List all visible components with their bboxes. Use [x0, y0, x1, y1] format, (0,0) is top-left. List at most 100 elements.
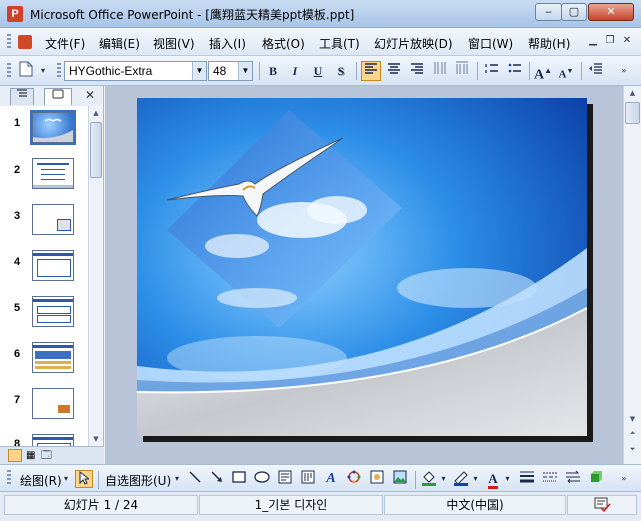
- slide-thumbnail-5[interactable]: [32, 296, 74, 327]
- menu-edit[interactable]: 编辑(E): [99, 35, 140, 52]
- slide-thumbnail-4[interactable]: [32, 250, 74, 281]
- line-color-icon[interactable]: [452, 470, 470, 488]
- slide-sorter-view-icon[interactable]: ▦: [26, 450, 35, 462]
- minimize-button[interactable]: ‒: [535, 3, 562, 21]
- menu-format[interactable]: 格式(O): [262, 35, 305, 52]
- scroll-thumb[interactable]: [90, 122, 102, 178]
- slide-thumbnail-2[interactable]: [32, 158, 74, 189]
- current-slide[interactable]: [137, 98, 587, 436]
- toolbar-grip[interactable]: [7, 63, 11, 79]
- pointer-icon[interactable]: [75, 470, 93, 488]
- tab-outline[interactable]: [10, 88, 34, 105]
- wordart-icon[interactable]: A: [322, 470, 340, 488]
- center-button[interactable]: [384, 61, 404, 81]
- clipart-icon[interactable]: [368, 470, 386, 488]
- menu-tools[interactable]: 工具(T): [319, 35, 360, 52]
- oval-icon[interactable]: [253, 470, 271, 488]
- previous-slide-icon[interactable]: ⏶: [624, 426, 641, 440]
- textbox-icon[interactable]: [276, 470, 294, 488]
- menu-file[interactable]: 文件(F): [45, 35, 85, 52]
- arrow-icon[interactable]: [208, 470, 226, 488]
- doc-restore-icon[interactable]: ❐: [603, 34, 617, 48]
- vertical-textbox-icon[interactable]: [299, 470, 317, 488]
- normal-view-icon[interactable]: [8, 449, 22, 462]
- pane-close-icon[interactable]: ✕: [83, 88, 97, 102]
- line-icon[interactable]: [186, 470, 204, 488]
- menu-help[interactable]: 帮助(H): [528, 35, 570, 52]
- font-toolbar-grip[interactable]: [57, 63, 61, 79]
- align-right-button[interactable]: [407, 61, 427, 81]
- menubar-grip[interactable]: [7, 34, 11, 50]
- next-slide-icon[interactable]: ⏷: [624, 442, 641, 456]
- bullets-button[interactable]: [505, 61, 525, 81]
- grow-font-button[interactable]: A▲: [533, 61, 553, 83]
- spell-check-status[interactable]: [567, 495, 637, 515]
- slide-thumbnail-3[interactable]: [32, 204, 74, 235]
- toolbar-separator: [529, 62, 530, 80]
- thumb-number: 5: [14, 302, 21, 314]
- doc-close-icon[interactable]: ✕: [620, 34, 634, 48]
- font-name-combo[interactable]: HYGothic-Extra ▼: [64, 61, 207, 81]
- autoshapes-menu[interactable]: 自选图形(U): [105, 472, 171, 489]
- decrease-indent-button[interactable]: [586, 61, 606, 81]
- underline-button[interactable]: U: [308, 61, 328, 81]
- diagram-icon[interactable]: [345, 470, 363, 488]
- menu-view[interactable]: 视图(V): [153, 35, 195, 52]
- slide-show-view-icon[interactable]: 🗔: [41, 450, 52, 462]
- picture-icon[interactable]: [391, 470, 409, 488]
- design-template-status[interactable]: 1_기본 디자인: [199, 495, 383, 515]
- menu-window[interactable]: 窗口(W): [468, 35, 513, 52]
- toolbar-options-chevron-icon[interactable]: ▾: [37, 61, 49, 81]
- 3d-style-icon[interactable]: [587, 470, 605, 488]
- slides-icon: [52, 89, 64, 99]
- slide-thumbnail-8[interactable]: [32, 434, 74, 446]
- fill-color-dropdown-icon[interactable]: ▾: [439, 470, 448, 488]
- bold-button[interactable]: B: [263, 61, 283, 81]
- numbering-button[interactable]: [482, 61, 502, 81]
- drawbar-grip[interactable]: [7, 470, 11, 486]
- slide-thumbnail-1[interactable]: [30, 110, 76, 145]
- tab-slides[interactable]: [44, 88, 72, 105]
- fill-color-icon[interactable]: [420, 470, 438, 488]
- shrink-font-button[interactable]: A▼: [556, 61, 576, 81]
- scroll-up-icon[interactable]: ▲: [624, 86, 641, 100]
- menu-insert[interactable]: 插入(I): [209, 35, 246, 52]
- draw-menu[interactable]: 绘图(R): [20, 472, 62, 489]
- maximize-button[interactable]: ▢: [561, 3, 587, 21]
- menu-slide-show[interactable]: 幻灯片放映(D): [374, 35, 453, 52]
- line-color-dropdown-icon[interactable]: ▾: [471, 470, 480, 488]
- drawbar-overflow-chevron-icon[interactable]: »: [617, 470, 631, 488]
- powerpoint-app-icon[interactable]: P: [7, 6, 23, 22]
- doc-minimize-icon[interactable]: ▁: [586, 34, 600, 48]
- slide-thumbnail-6[interactable]: [32, 342, 74, 373]
- font-size-dropdown-icon[interactable]: ▼: [238, 62, 252, 80]
- arrow-style-icon[interactable]: [564, 470, 582, 488]
- italic-button[interactable]: I: [285, 61, 305, 81]
- scroll-up-icon[interactable]: ▲: [89, 106, 103, 120]
- font-color-icon[interactable]: A: [484, 470, 502, 489]
- slide-thumbnail-7[interactable]: [32, 388, 74, 419]
- autoshapes-dropdown-icon[interactable]: ▾: [172, 470, 182, 488]
- new-document-icon[interactable]: [16, 61, 36, 81]
- vertical-align-button[interactable]: [452, 61, 472, 81]
- close-button[interactable]: ✕: [588, 3, 634, 21]
- document-icon[interactable]: [18, 35, 32, 49]
- numbering-icon: [485, 64, 498, 73]
- shadow-button[interactable]: S: [331, 61, 351, 81]
- language-status: 中文(中国): [384, 495, 566, 515]
- toolbar-overflow-chevron-icon[interactable]: »: [617, 61, 631, 81]
- font-size-combo[interactable]: 48 ▼: [208, 61, 253, 81]
- scroll-thumb[interactable]: [625, 102, 640, 124]
- scroll-down-icon[interactable]: ▼: [624, 412, 641, 426]
- scroll-down-icon[interactable]: ▼: [89, 432, 103, 446]
- align-left-button[interactable]: [361, 61, 381, 81]
- slide-scrollbar[interactable]: ▲ ▼ ⏶ ⏷: [623, 86, 641, 464]
- font-color-dropdown-icon[interactable]: ▾: [503, 470, 512, 488]
- rectangle-icon[interactable]: [230, 470, 248, 488]
- dash-style-icon[interactable]: [541, 470, 559, 488]
- line-style-icon[interactable]: [518, 470, 536, 488]
- draw-menu-dropdown-icon[interactable]: ▾: [61, 470, 71, 488]
- font-name-dropdown-icon[interactable]: ▼: [192, 62, 206, 80]
- distributed-button[interactable]: [430, 61, 450, 81]
- slides-pane-scrollbar[interactable]: ▲ ▼: [88, 106, 103, 446]
